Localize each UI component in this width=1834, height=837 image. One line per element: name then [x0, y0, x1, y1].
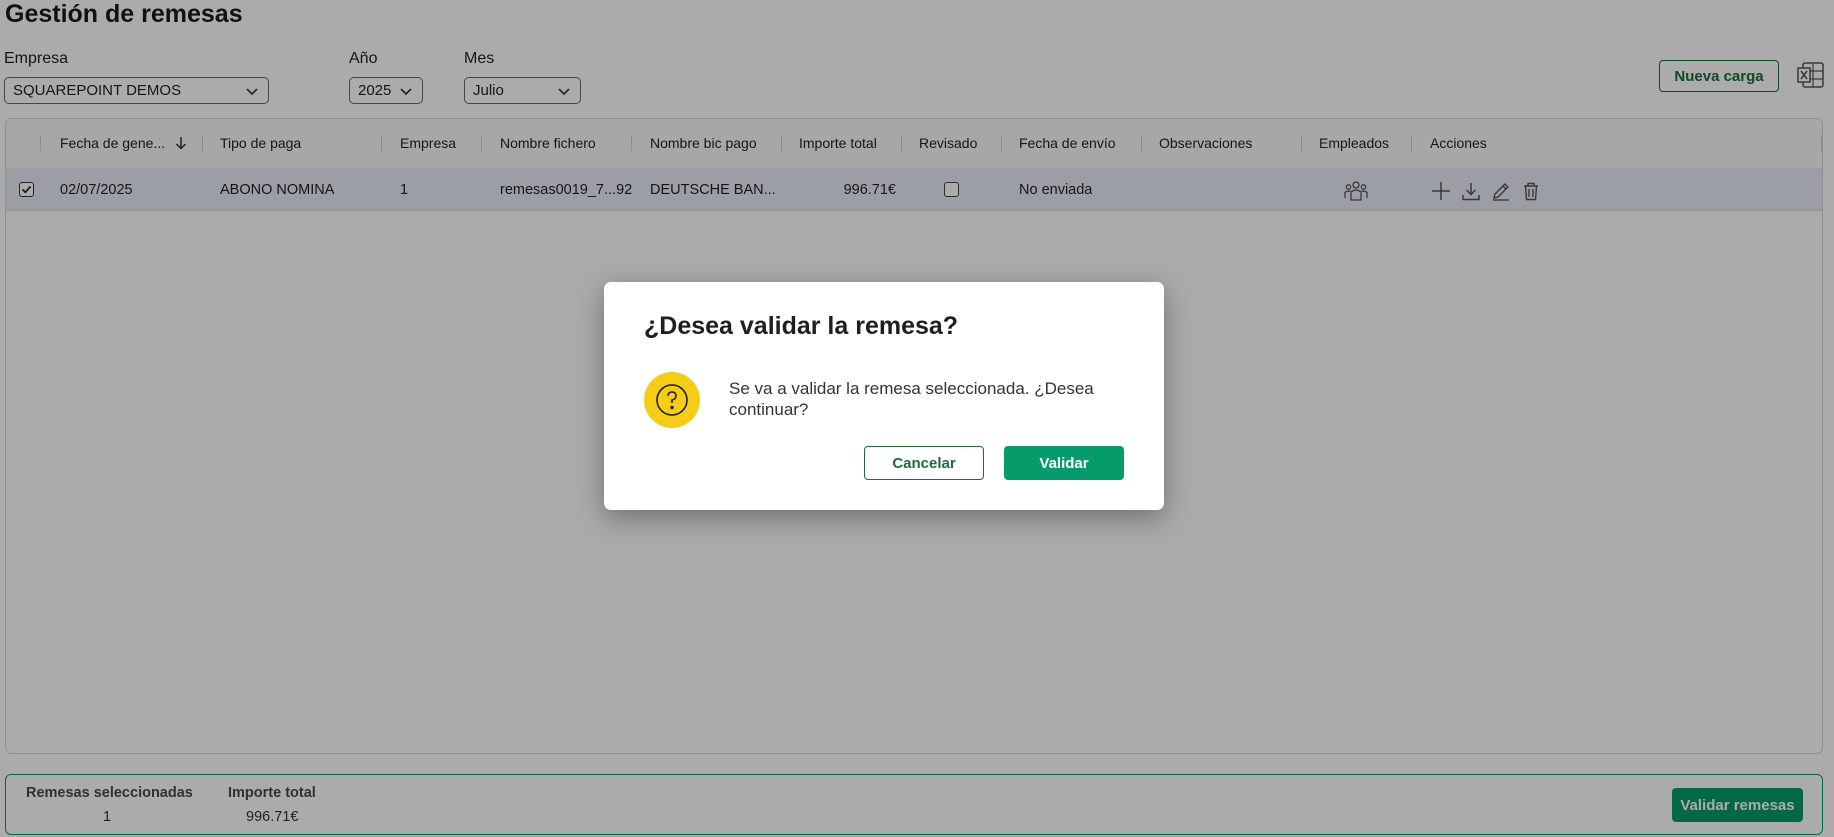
confirm-dialog: ¿Desea validar la remesa? Se va a valida… — [604, 282, 1164, 510]
dialog-title: ¿Desea validar la remesa? — [644, 312, 959, 340]
validar-button[interactable]: Validar — [1004, 446, 1124, 480]
dialog-message: Se va a validar la remesa seleccionada. … — [729, 379, 1094, 419]
question-icon — [644, 372, 700, 428]
cancel-button[interactable]: Cancelar — [864, 446, 984, 480]
